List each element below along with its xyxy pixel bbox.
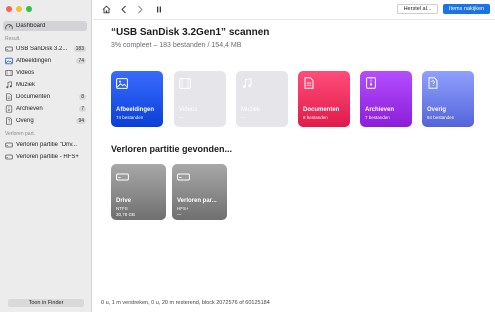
music-icon xyxy=(241,76,253,94)
count-badge: 8 xyxy=(79,94,86,100)
partition-size: — xyxy=(177,212,182,217)
category-card-archieven[interactable]: Archieven 7 bestanden xyxy=(360,71,412,127)
count-badge: 94 xyxy=(76,118,86,124)
image-icon xyxy=(5,57,13,65)
category-count: 74 bestanden xyxy=(116,115,144,120)
sidebar-item-lost-partition-hfs[interactable]: Verloren partitie - HFS+ xyxy=(3,152,87,162)
category-count: 94 bestanden xyxy=(427,115,455,120)
other-file-icon xyxy=(427,76,439,94)
sidebar-item-label: Afbeeldingen xyxy=(16,58,52,64)
partition-card-lost-hfs[interactable]: Verloren par... HFS+ — xyxy=(172,164,227,220)
other-file-icon xyxy=(5,117,13,125)
document-icon xyxy=(5,93,13,101)
dashboard-icon xyxy=(5,22,13,30)
sidebar-item-label: Dashboard xyxy=(16,23,46,29)
partition-size: 30,78 GB xyxy=(116,212,136,217)
category-card-overig[interactable]: Overig 94 bestanden xyxy=(422,71,474,127)
video-icon xyxy=(179,76,191,94)
scan-progress-text: 3% compleet – 183 bestanden / 154,4 MB xyxy=(111,42,242,49)
category-name: Videos xyxy=(179,107,198,113)
category-name: Muziek xyxy=(241,107,261,113)
archive-icon xyxy=(365,76,377,94)
drive-icon xyxy=(116,169,129,187)
sidebar-item-muziek[interactable]: Muziek xyxy=(3,80,87,90)
partition-card-drive[interactable]: Drive NTFS 30,78 GB xyxy=(111,164,166,220)
sidebar-item-label: USB SanDisk 3.2... xyxy=(16,46,68,52)
image-icon xyxy=(116,76,128,94)
category-card-muziek[interactable]: Muziek — xyxy=(236,71,288,127)
drive-icon xyxy=(5,153,13,161)
show-in-finder-button[interactable]: Toon in Finder xyxy=(8,299,84,307)
category-count: — xyxy=(241,115,246,120)
drive-icon xyxy=(177,169,190,187)
sidebar-item-videos[interactable]: Videos xyxy=(3,68,87,78)
sidebar: Dashboard Result. USB SanDisk 3.2... 183… xyxy=(0,0,92,312)
lost-partitions-title: Verloren partitie gevonden... xyxy=(111,144,233,154)
page-title: “USB SanDisk 3.2Gen1” scannen xyxy=(111,27,270,38)
category-name: Afbeeldingen xyxy=(116,107,155,113)
category-card-afbeeldingen[interactable]: Afbeeldingen 74 bestanden xyxy=(111,71,163,127)
count-badge: 7 xyxy=(79,106,86,112)
partition-filesystem: HFS+ xyxy=(177,206,189,211)
lost-partitions-section-header: Verloren part. xyxy=(5,131,36,137)
close-window-button[interactable] xyxy=(6,6,12,12)
zoom-window-button[interactable] xyxy=(26,6,32,12)
category-name: Documenten xyxy=(303,107,340,113)
review-items-button[interactable]: Items nakijken xyxy=(443,4,490,14)
sidebar-item-dashboard[interactable]: Dashboard xyxy=(3,21,87,31)
count-badge: 183 xyxy=(73,46,86,52)
partition-name: Drive xyxy=(116,198,132,204)
document-icon xyxy=(303,76,315,94)
sidebar-item-label: Verloren partitie "Driv... xyxy=(16,142,78,148)
category-count: 7 bestanden xyxy=(365,115,390,120)
sidebar-item-label: Overig xyxy=(16,118,34,124)
window-controls xyxy=(6,6,32,12)
count-badge: 74 xyxy=(76,58,86,64)
sidebar-item-lost-partition-drive[interactable]: Verloren partitie "Driv... xyxy=(3,140,87,150)
sidebar-item-overig[interactable]: Overig 94 xyxy=(3,116,87,126)
music-icon xyxy=(5,81,13,89)
sidebar-item-label: Verloren partitie - HFS+ xyxy=(16,154,79,160)
archive-icon xyxy=(5,105,13,113)
sidebar-item-label: Videos xyxy=(16,70,35,76)
partition-filesystem: NTFS xyxy=(116,206,128,211)
home-icon[interactable] xyxy=(100,4,112,14)
sidebar-item-archieven[interactable]: Archieven 7 xyxy=(3,104,87,114)
forward-icon[interactable] xyxy=(135,4,145,14)
sidebar-item-usb-drive[interactable]: USB SanDisk 3.2... 183 xyxy=(3,44,87,54)
category-card-videos[interactable]: Videos — xyxy=(174,71,226,127)
drive-icon xyxy=(5,45,13,53)
category-count: 8 bestanden xyxy=(303,115,328,120)
results-section-header: Result. xyxy=(5,36,21,42)
video-icon xyxy=(5,69,13,77)
back-icon[interactable] xyxy=(119,4,129,14)
scan-status-text: 0 u, 1 m verstreken, 0 u, 20 m resterend… xyxy=(101,300,270,306)
sidebar-item-label: Archieven xyxy=(16,106,43,112)
category-card-documenten[interactable]: Documenten 8 bestanden xyxy=(298,71,350,127)
sidebar-item-afbeeldingen[interactable]: Afbeeldingen 74 xyxy=(3,56,87,66)
category-name: Overig xyxy=(427,107,447,113)
category-count: — xyxy=(179,115,184,120)
sidebar-item-documenten[interactable]: Documenten 8 xyxy=(3,92,87,102)
pause-icon[interactable] xyxy=(154,4,164,14)
minimize-window-button[interactable] xyxy=(16,6,22,12)
sidebar-item-label: Muziek xyxy=(16,82,36,88)
category-name: Archieven xyxy=(365,107,395,113)
partition-name: Verloren par... xyxy=(177,198,217,204)
drive-icon xyxy=(5,141,13,149)
sidebar-item-label: Documenten xyxy=(16,94,51,100)
recover-all-button[interactable]: Herstel al... xyxy=(397,4,438,14)
